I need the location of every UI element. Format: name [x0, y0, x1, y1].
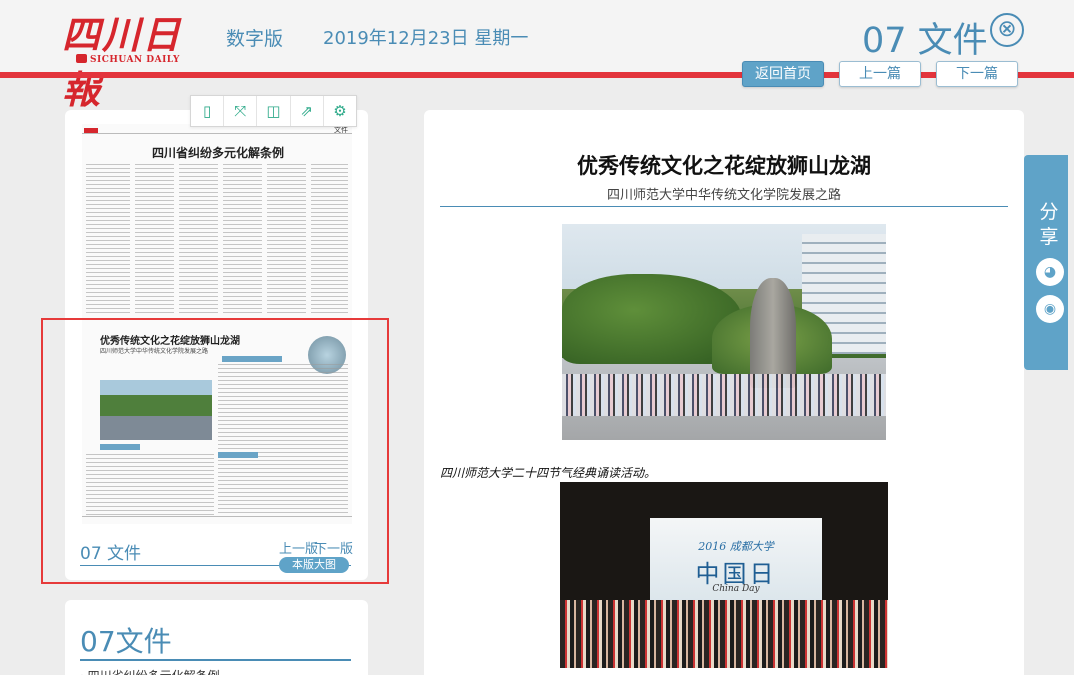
column-gap	[174, 164, 179, 314]
logo-subtitle: SICHUAN DAILY	[76, 54, 180, 65]
edition-label: 数字版	[226, 28, 284, 50]
stage-screen: 2016 成都大学 中国日 China Day	[650, 518, 822, 612]
share-label: 分享	[1039, 201, 1059, 248]
column-gap	[130, 164, 135, 314]
article-list-divider	[80, 659, 351, 661]
article-photo-recitation	[562, 224, 886, 440]
article-photo-china-day: 2016 成都大学 中国日 China Day	[560, 482, 888, 668]
settings-icon[interactable]: ⚙	[324, 96, 356, 126]
issue-date: 2019年12月23日 星期一	[323, 28, 529, 49]
confucius-statue	[750, 278, 796, 388]
logo-mark-icon	[76, 54, 87, 63]
thumbnail-logo	[84, 128, 98, 133]
screen-banner-top: 2016 成都大学	[698, 540, 774, 553]
selected-article-highlight	[41, 318, 389, 584]
article-divider	[440, 206, 1008, 207]
article-title: 优秀传统文化之花绽放狮山龙湖	[577, 154, 871, 178]
save-icon[interactable]: ◫	[257, 96, 291, 126]
thumbnail-masthead: 文件	[82, 126, 352, 134]
column-gap	[218, 164, 223, 314]
article-list-item[interactable]: · 四川省纠纷多元化解条例	[80, 667, 220, 675]
photo-caption: 四川师范大学二十四节气经典诵读活动。	[440, 466, 657, 480]
sichuan-daily-logo[interactable]: 四川日報 SICHUAN DAILY	[62, 4, 202, 112]
column-gap	[306, 164, 311, 314]
weibo-icon[interactable]: ◉	[1036, 295, 1064, 323]
logo-sub-text: SICHUAN DAILY	[90, 55, 180, 65]
crowd	[562, 374, 886, 416]
close-icon[interactable]: ⊗	[990, 13, 1024, 47]
screen-banner-en: China Day	[712, 584, 760, 594]
page-toolbar: ▯ ⤧ ◫ ⇗ ⚙	[190, 95, 357, 127]
home-button[interactable]: 返回首页	[742, 61, 824, 87]
audience-group	[560, 600, 888, 668]
article-subtitle: 四川师范大学中华传统文化学院发展之路	[606, 188, 841, 203]
fullscreen-icon[interactable]: ⤧	[224, 96, 258, 126]
share-out-icon[interactable]: ⇗	[291, 96, 324, 126]
wechat-icon[interactable]: ◕	[1036, 258, 1064, 286]
prev-article-button[interactable]: 上一篇	[839, 61, 921, 87]
thumbnail-headline-top[interactable]: 四川省纠纷多元化解条例	[152, 144, 284, 161]
page-title: 07 文件	[862, 21, 988, 61]
pdf-icon[interactable]: ▯	[191, 96, 225, 126]
column-gap	[262, 164, 267, 314]
next-article-button[interactable]: 下一篇	[936, 61, 1018, 87]
article-list-title: 07文件	[80, 625, 172, 658]
